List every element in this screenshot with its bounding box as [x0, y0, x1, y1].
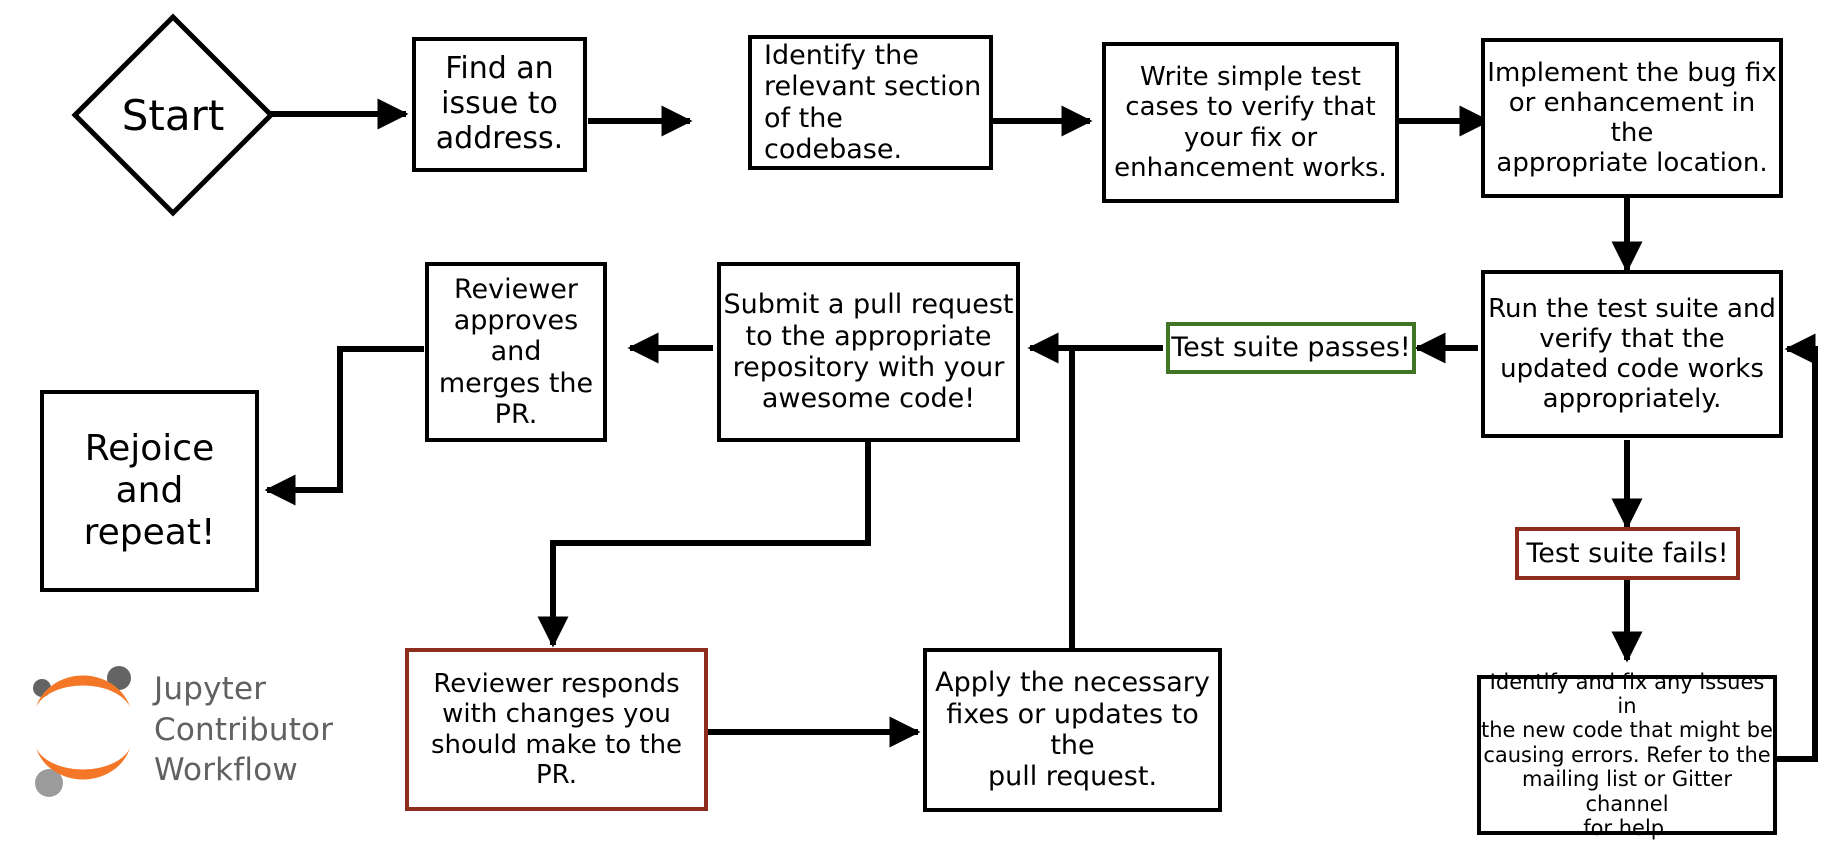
brand-text: Jupyter Contributor Workflow	[154, 670, 334, 789]
node-run-tests-label: Run the test suite and verify that the u…	[1488, 293, 1776, 415]
node-tests-fail-label: Test suite fails!	[1526, 537, 1729, 569]
node-identify-section[interactable]: Identify the relevant section of the cod…	[748, 35, 993, 170]
node-start[interactable]: Start	[70, 12, 276, 218]
edge-submit-pr-to-reviewer-responds	[537, 440, 871, 648]
node-rejoice[interactable]: Rejoice and repeat!	[40, 390, 259, 592]
node-apply-fixes-label: Apply the necessary fixes or updates to …	[935, 667, 1210, 793]
node-reviewer-approves-label: Reviewer approves and merges the PR.	[438, 273, 594, 430]
node-run-tests[interactable]: Run the test suite and verify that the u…	[1481, 270, 1783, 438]
node-apply-fixes[interactable]: Apply the necessary fixes or updates to …	[923, 648, 1222, 812]
node-submit-pr[interactable]: Submit a pull request to the appropriate…	[717, 262, 1020, 442]
node-reviewer-responds[interactable]: Reviewer responds with changes you shoul…	[405, 648, 708, 811]
jupyter-logo-icon	[33, 666, 131, 797]
node-submit-pr-label: Submit a pull request to the appropriate…	[723, 289, 1014, 415]
node-implement-fix-label: Implement the bug fix or enhancement in …	[1487, 57, 1777, 179]
node-start-label: Start	[121, 90, 225, 140]
flowchart-canvas: Start Find an issue to address. Identify…	[0, 0, 1839, 863]
node-reviewer-approves[interactable]: Reviewer approves and merges the PR.	[425, 262, 607, 442]
node-identify-section-label: Identify the relevant section of the cod…	[764, 39, 982, 165]
node-tests-pass[interactable]: Test suite passes!	[1166, 322, 1416, 374]
node-write-tests-label: Write simple test cases to verify that y…	[1114, 62, 1387, 183]
node-write-tests[interactable]: Write simple test cases to verify that y…	[1102, 42, 1399, 203]
edge-reviewer-approves-to-rejoice	[264, 346, 424, 506]
node-find-issue[interactable]: Find an issue to address.	[412, 37, 587, 172]
node-fix-issues[interactable]: Identify and fix any issues in the new c…	[1477, 670, 1777, 840]
node-implement-fix[interactable]: Implement the bug fix or enhancement in …	[1481, 38, 1783, 198]
brand-block: Jupyter Contributor Workflow	[28, 660, 333, 800]
node-tests-pass-label: Test suite passes!	[1171, 332, 1411, 364]
node-tests-fail[interactable]: Test suite fails!	[1515, 527, 1740, 580]
node-reviewer-responds-label: Reviewer responds with changes you shoul…	[430, 669, 683, 790]
node-fix-issues-label: Identify and fix any issues in the new c…	[1481, 669, 1773, 840]
node-rejoice-label: Rejoice and repeat!	[83, 428, 216, 553]
node-find-issue-label: Find an issue to address.	[435, 51, 564, 156]
